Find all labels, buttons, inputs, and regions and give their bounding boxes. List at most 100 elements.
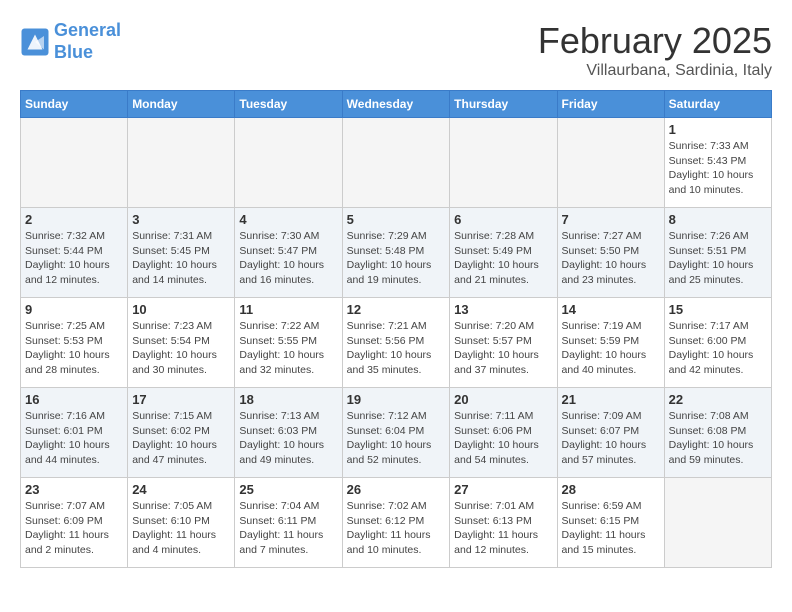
day-info: Sunrise: 7:12 AM Sunset: 6:04 PM Dayligh… bbox=[347, 409, 446, 468]
calendar-day-cell bbox=[235, 118, 342, 208]
location: Villaurbana, Sardinia, Italy bbox=[538, 62, 772, 80]
calendar-day-cell: 15 Sunrise: 7:17 AM Sunset: 6:00 PM Dayli… bbox=[664, 298, 771, 388]
day-number: 23 bbox=[25, 482, 123, 497]
day-number: 18 bbox=[239, 392, 337, 407]
calendar-day-cell: 21Sunrise: 7:09 AM Sunset: 6:07 PM Dayli… bbox=[557, 388, 664, 478]
calendar-week-row: 2 Sunrise: 7:32 AM Sunset: 5:44 PM Daylig… bbox=[21, 208, 772, 298]
calendar-day-cell: 19 Sunrise: 7:12 AM Sunset: 6:04 PM Dayli… bbox=[342, 388, 450, 478]
day-info: Sunrise: 7:27 AM Sunset: 5:50 PM Dayligh… bbox=[562, 229, 660, 288]
calendar-day-cell bbox=[557, 118, 664, 208]
day-number: 9 bbox=[25, 302, 123, 317]
day-number: 7 bbox=[562, 212, 660, 227]
day-info: Sunrise: 7:05 AM Sunset: 6:10 PM Dayligh… bbox=[132, 499, 230, 558]
page-header: General Blue February 2025 Villaurbana, … bbox=[20, 20, 772, 80]
title-section: February 2025 Villaurbana, Sardinia, Ita… bbox=[538, 20, 772, 80]
calendar-day-cell: 8 Sunrise: 7:26 AM Sunset: 5:51 PM Daylig… bbox=[664, 208, 771, 298]
day-info: Sunrise: 7:19 AM Sunset: 5:59 PM Dayligh… bbox=[562, 319, 660, 378]
calendar-day-cell: 16 Sunrise: 7:16 AM Sunset: 6:01 PM Dayli… bbox=[21, 388, 128, 478]
calendar-day-cell: 26Sunrise: 7:02 AM Sunset: 6:12 PM Dayli… bbox=[342, 478, 450, 568]
calendar: SundayMondayTuesdayWednesdayThursdayFrid… bbox=[20, 90, 772, 568]
day-number: 25 bbox=[239, 482, 337, 497]
calendar-day-cell bbox=[342, 118, 450, 208]
calendar-day-cell: 11 Sunrise: 7:22 AM Sunset: 5:55 PM Dayli… bbox=[235, 298, 342, 388]
day-number: 3 bbox=[132, 212, 230, 227]
month-title: February 2025 bbox=[538, 20, 772, 62]
weekday-header: Monday bbox=[128, 91, 235, 118]
calendar-header-row: SundayMondayTuesdayWednesdayThursdayFrid… bbox=[21, 91, 772, 118]
day-info: Sunrise: 7:23 AM Sunset: 5:54 PM Dayligh… bbox=[132, 319, 230, 378]
logo-icon bbox=[20, 27, 50, 57]
calendar-day-cell: 17 Sunrise: 7:15 AM Sunset: 6:02 PM Dayli… bbox=[128, 388, 235, 478]
calendar-day-cell bbox=[128, 118, 235, 208]
day-number: 14 bbox=[562, 302, 660, 317]
day-number: 12 bbox=[347, 302, 446, 317]
logo-text: General Blue bbox=[54, 20, 121, 63]
calendar-day-cell: 1Sunrise: 7:33 AM Sunset: 5:43 PM Daylig… bbox=[664, 118, 771, 208]
day-number: 2 bbox=[25, 212, 123, 227]
day-number: 6 bbox=[454, 212, 552, 227]
day-info: Sunrise: 7:31 AM Sunset: 5:45 PM Dayligh… bbox=[132, 229, 230, 288]
day-info: Sunrise: 7:22 AM Sunset: 5:55 PM Dayligh… bbox=[239, 319, 337, 378]
calendar-day-cell: 9 Sunrise: 7:25 AM Sunset: 5:53 PM Daylig… bbox=[21, 298, 128, 388]
day-info: Sunrise: 7:11 AM Sunset: 6:06 PM Dayligh… bbox=[454, 409, 552, 468]
weekday-header: Sunday bbox=[21, 91, 128, 118]
day-number: 17 bbox=[132, 392, 230, 407]
day-info: Sunrise: 7:07 AM Sunset: 6:09 PM Dayligh… bbox=[25, 499, 123, 558]
day-info: Sunrise: 7:28 AM Sunset: 5:49 PM Dayligh… bbox=[454, 229, 552, 288]
day-info: Sunrise: 7:15 AM Sunset: 6:02 PM Dayligh… bbox=[132, 409, 230, 468]
calendar-day-cell: 24Sunrise: 7:05 AM Sunset: 6:10 PM Dayli… bbox=[128, 478, 235, 568]
day-number: 16 bbox=[25, 392, 123, 407]
day-info: Sunrise: 7:08 AM Sunset: 6:08 PM Dayligh… bbox=[669, 409, 767, 468]
calendar-day-cell: 14 Sunrise: 7:19 AM Sunset: 5:59 PM Dayli… bbox=[557, 298, 664, 388]
day-info: Sunrise: 7:17 AM Sunset: 6:00 PM Dayligh… bbox=[669, 319, 767, 378]
day-info: Sunrise: 7:26 AM Sunset: 5:51 PM Dayligh… bbox=[669, 229, 767, 288]
calendar-day-cell: 20 Sunrise: 7:11 AM Sunset: 6:06 PM Dayli… bbox=[450, 388, 557, 478]
calendar-day-cell: 22Sunrise: 7:08 AM Sunset: 6:08 PM Dayli… bbox=[664, 388, 771, 478]
day-number: 1 bbox=[669, 122, 767, 137]
calendar-day-cell: 13Sunrise: 7:20 AM Sunset: 5:57 PM Dayli… bbox=[450, 298, 557, 388]
calendar-week-row: 16 Sunrise: 7:16 AM Sunset: 6:01 PM Dayli… bbox=[21, 388, 772, 478]
day-number: 20 bbox=[454, 392, 552, 407]
calendar-week-row: 23 Sunrise: 7:07 AM Sunset: 6:09 PM Dayli… bbox=[21, 478, 772, 568]
calendar-day-cell: 12 Sunrise: 7:21 AM Sunset: 5:56 PM Dayli… bbox=[342, 298, 450, 388]
day-number: 27 bbox=[454, 482, 552, 497]
calendar-day-cell: 28 Sunrise: 6:59 AM Sunset: 6:15 PM Dayli… bbox=[557, 478, 664, 568]
day-info: Sunrise: 7:25 AM Sunset: 5:53 PM Dayligh… bbox=[25, 319, 123, 378]
calendar-day-cell: 25 Sunrise: 7:04 AM Sunset: 6:11 PM Dayli… bbox=[235, 478, 342, 568]
calendar-week-row: 1Sunrise: 7:33 AM Sunset: 5:43 PM Daylig… bbox=[21, 118, 772, 208]
day-info: Sunrise: 7:29 AM Sunset: 5:48 PM Dayligh… bbox=[347, 229, 446, 288]
day-number: 11 bbox=[239, 302, 337, 317]
day-number: 13 bbox=[454, 302, 552, 317]
day-number: 5 bbox=[347, 212, 446, 227]
day-number: 21 bbox=[562, 392, 660, 407]
weekday-header: Friday bbox=[557, 91, 664, 118]
day-number: 10 bbox=[132, 302, 230, 317]
day-info: Sunrise: 7:01 AM Sunset: 6:13 PM Dayligh… bbox=[454, 499, 552, 558]
calendar-day-cell: 7 Sunrise: 7:27 AM Sunset: 5:50 PM Daylig… bbox=[557, 208, 664, 298]
day-info: Sunrise: 7:04 AM Sunset: 6:11 PM Dayligh… bbox=[239, 499, 337, 558]
calendar-day-cell: 18Sunrise: 7:13 AM Sunset: 6:03 PM Dayli… bbox=[235, 388, 342, 478]
weekday-header: Tuesday bbox=[235, 91, 342, 118]
weekday-header: Wednesday bbox=[342, 91, 450, 118]
logo: General Blue bbox=[20, 20, 121, 63]
day-number: 19 bbox=[347, 392, 446, 407]
day-number: 8 bbox=[669, 212, 767, 227]
day-info: Sunrise: 7:16 AM Sunset: 6:01 PM Dayligh… bbox=[25, 409, 123, 468]
day-info: Sunrise: 7:21 AM Sunset: 5:56 PM Dayligh… bbox=[347, 319, 446, 378]
calendar-week-row: 9 Sunrise: 7:25 AM Sunset: 5:53 PM Daylig… bbox=[21, 298, 772, 388]
calendar-day-cell bbox=[664, 478, 771, 568]
day-info: Sunrise: 6:59 AM Sunset: 6:15 PM Dayligh… bbox=[562, 499, 660, 558]
calendar-day-cell: 5 Sunrise: 7:29 AM Sunset: 5:48 PM Daylig… bbox=[342, 208, 450, 298]
calendar-day-cell bbox=[450, 118, 557, 208]
day-number: 15 bbox=[669, 302, 767, 317]
day-number: 28 bbox=[562, 482, 660, 497]
calendar-day-cell: 23 Sunrise: 7:07 AM Sunset: 6:09 PM Dayli… bbox=[21, 478, 128, 568]
calendar-day-cell: 6 Sunrise: 7:28 AM Sunset: 5:49 PM Daylig… bbox=[450, 208, 557, 298]
day-number: 4 bbox=[239, 212, 337, 227]
day-info: Sunrise: 7:32 AM Sunset: 5:44 PM Dayligh… bbox=[25, 229, 123, 288]
day-number: 26 bbox=[347, 482, 446, 497]
calendar-day-cell: 2 Sunrise: 7:32 AM Sunset: 5:44 PM Daylig… bbox=[21, 208, 128, 298]
weekday-header: Saturday bbox=[664, 91, 771, 118]
calendar-day-cell: 3 Sunrise: 7:31 AM Sunset: 5:45 PM Daylig… bbox=[128, 208, 235, 298]
weekday-header: Thursday bbox=[450, 91, 557, 118]
